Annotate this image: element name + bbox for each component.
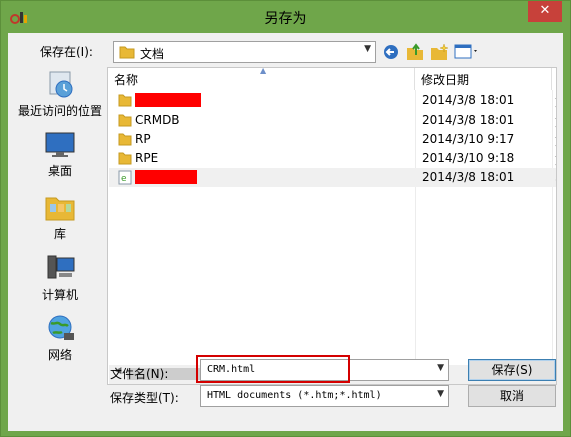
file-row[interactable]: e 2014/3/8 18:01 3 [109, 168, 556, 187]
sort-ascending-icon: ▲ [260, 67, 267, 75]
folder-icon [118, 133, 132, 146]
close-icon: ✕ [539, 3, 551, 18]
file-row[interactable]: RPE 2014/3/10 9:18 文 [109, 149, 556, 168]
location-combo[interactable]: 文档 ▼ [113, 41, 376, 63]
place-libraries[interactable]: 库 [14, 192, 106, 242]
file-date: 2014/3/8 18:01 [422, 113, 515, 127]
place-desktop[interactable]: 桌面 [14, 131, 106, 179]
file-name: RP [135, 132, 151, 146]
places-bar: 最近访问的位置 桌面 库 计算机 网络 [14, 67, 106, 397]
filename-label: 文件名(N): [110, 367, 169, 381]
recent-places-icon [49, 71, 73, 98]
file-type: 文 [555, 132, 556, 149]
file-type: 文 [555, 93, 556, 110]
window-title: 另存为 [264, 11, 307, 27]
save-button[interactable]: 保存(S) [468, 359, 556, 381]
folder-icon [118, 152, 132, 165]
file-name: CRMDB [135, 113, 180, 127]
file-date: 2014/3/8 18:01 [422, 170, 515, 184]
chevron-down-icon: ▼ [364, 44, 371, 54]
chevron-down-icon: ▼ [437, 389, 444, 399]
dialog-body: 保存在(I): 文档 ▼ 最近访问的位置 桌面 库 计算机 网络 ▲ 名称 修改… [8, 33, 563, 431]
place-label: 最近访问的位置 [17, 104, 102, 118]
place-recent[interactable]: 最近访问的位置 [14, 69, 106, 119]
file-row[interactable]: 2014/3/8 18:01 文 [109, 91, 556, 110]
column-header-name[interactable]: ▲ 名称 [108, 68, 415, 90]
place-label: 计算机 [41, 288, 78, 302]
redaction-mark [135, 93, 201, 107]
desktop-icon [45, 132, 75, 157]
place-label: 库 [53, 227, 66, 241]
filetype-select[interactable]: HTML documents (*.htm;*.html) ▼ [200, 385, 449, 407]
file-date: 2014/3/10 9:17 [422, 132, 515, 146]
new-folder-icon[interactable] [429, 43, 449, 61]
file-date: 2014/3/10 9:18 [422, 151, 515, 165]
title-bar[interactable]: 另存为 ✕ [1, 1, 570, 34]
computer-icon [47, 255, 75, 279]
chevron-down-icon[interactable]: ▼ [437, 363, 444, 373]
place-label: 网络 [47, 348, 72, 362]
place-computer[interactable]: 计算机 [14, 253, 106, 303]
file-type: 3 [555, 170, 556, 184]
close-button[interactable]: ✕ [528, 1, 562, 22]
place-network[interactable]: 网络 [14, 313, 106, 363]
redaction-mark [135, 170, 197, 184]
file-date: 2014/3/8 18:01 [422, 93, 515, 107]
column-header-type[interactable] [552, 68, 556, 90]
back-icon[interactable] [382, 43, 402, 61]
place-label: 桌面 [47, 164, 72, 178]
file-type: 文 [555, 151, 556, 168]
up-folder-icon[interactable] [405, 43, 425, 61]
file-list[interactable]: ▲ 名称 修改日期 2014/3/8 18:01 文 CRMDB 2014/3/… [107, 67, 557, 385]
location-value: 文档 [140, 47, 165, 61]
folder-icon [118, 94, 132, 107]
file-name: RPE [135, 151, 159, 165]
cancel-button[interactable]: 取消 [468, 385, 556, 407]
file-row[interactable]: CRMDB 2014/3/8 18:01 文 [109, 111, 556, 130]
folder-icon [118, 114, 132, 127]
filetype-label: 保存类型(T): [110, 391, 179, 405]
view-menu-icon[interactable] [454, 43, 480, 61]
file-row[interactable]: RP 2014/3/10 9:17 文 [109, 130, 556, 149]
network-icon [48, 315, 74, 340]
save-as-dialog: 另存为 ✕ 保存在(I): 文档 ▼ 最近访问的位置 桌面 库 计算机 网络 ▲… [0, 0, 571, 437]
save-in-label: 保存在(I): [40, 45, 93, 59]
html-file-icon: e [118, 170, 132, 185]
column-header-modified[interactable]: 修改日期 [415, 68, 552, 90]
highlight-box [196, 355, 350, 383]
libraries-icon [45, 197, 75, 221]
file-type: 文 [555, 113, 556, 130]
svg-text:e: e [121, 174, 127, 184]
filetype-value: HTML documents (*.htm;*.html) [207, 390, 382, 401]
folder-icon [119, 46, 135, 59]
